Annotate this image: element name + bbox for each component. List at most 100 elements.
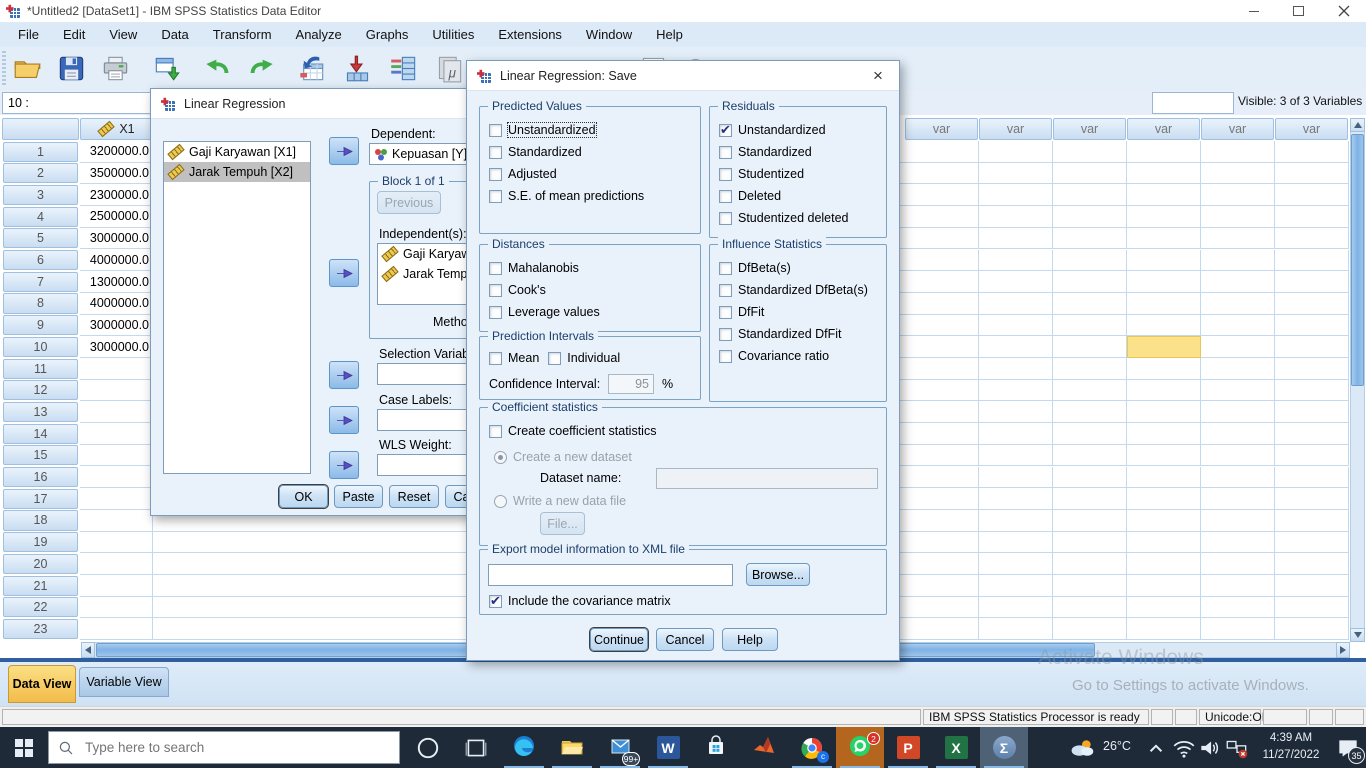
row-number[interactable]: 13 (3, 402, 78, 422)
descriptives-icon[interactable]: μ (430, 50, 468, 87)
grid-cell[interactable] (1275, 532, 1349, 554)
grid-cell[interactable] (1275, 553, 1349, 575)
grid-cell[interactable] (905, 532, 979, 554)
taskbar-app-excel[interactable]: X (932, 727, 980, 768)
grid-cell[interactable] (1053, 315, 1127, 337)
menu-file[interactable]: File (6, 24, 51, 45)
grid-cell[interactable] (1201, 532, 1275, 554)
grid-cell[interactable] (979, 184, 1053, 206)
menu-transform[interactable]: Transform (201, 24, 284, 45)
continue-button[interactable]: Continue (590, 628, 648, 651)
grid-cell[interactable] (1201, 271, 1275, 293)
grid-cell[interactable] (1127, 597, 1201, 619)
close-button[interactable] (1321, 0, 1366, 22)
grid-cell[interactable]: 1300000.0 (80, 271, 153, 293)
grid-cell[interactable] (1127, 250, 1201, 272)
grid-cell[interactable] (1275, 271, 1349, 293)
scroll-right-button[interactable] (1336, 642, 1350, 658)
grid-cell[interactable] (979, 141, 1053, 163)
grid-cell[interactable] (80, 488, 153, 510)
grid-cell[interactable] (979, 315, 1053, 337)
row-number[interactable]: 15 (3, 445, 78, 465)
column-header-var[interactable]: var (1053, 118, 1126, 140)
move-independent-button[interactable] (329, 259, 359, 287)
search-input[interactable] (83, 739, 367, 756)
grid-cell[interactable] (80, 423, 153, 445)
grid-cell[interactable]: 3000000.0 (80, 336, 153, 358)
redo-icon[interactable] (242, 50, 280, 87)
scroll-down-button[interactable] (1350, 628, 1365, 642)
move-case-labels-button[interactable] (329, 406, 359, 434)
grid-cell[interactable] (1127, 510, 1201, 532)
taskbar-app-spss[interactable]: Σ (980, 727, 1028, 768)
row-number[interactable]: 9 (3, 315, 78, 335)
row-number[interactable]: 21 (3, 576, 78, 596)
grid-cell[interactable] (979, 510, 1053, 532)
grid-cell[interactable] (905, 141, 979, 163)
taskbar-app-whatsapp[interactable]: 2 (836, 727, 884, 768)
studentized-deleted-checkbox[interactable]: Studentized deleted (710, 207, 886, 229)
grid-cell[interactable] (1201, 401, 1275, 423)
grid-cell[interactable] (905, 488, 979, 510)
grid-cell[interactable] (1127, 423, 1201, 445)
create-new-dataset-radio[interactable]: Create a new dataset (494, 448, 632, 466)
grid-cell[interactable] (905, 163, 979, 185)
grid-cell[interactable] (979, 445, 1053, 467)
xml-file-path-input[interactable] (488, 564, 733, 586)
grid-cell[interactable] (80, 401, 153, 423)
standardized-checkbox[interactable]: Standardized (480, 141, 700, 163)
grid-cell[interactable] (1127, 206, 1201, 228)
move-wls-button[interactable] (329, 451, 359, 479)
grid-cell[interactable] (1053, 401, 1127, 423)
grid-cell[interactable]: 3200000.0 (80, 141, 153, 163)
grid-cell[interactable] (1201, 315, 1275, 337)
task-view-button[interactable] (452, 727, 500, 768)
grid-cell[interactable] (1127, 618, 1201, 640)
taskbar-clock[interactable]: 4:39 AM11/27/2022 (1252, 730, 1330, 764)
grid-cell[interactable] (1275, 358, 1349, 380)
grid-cell[interactable] (905, 597, 979, 619)
grid-cell[interactable] (1053, 250, 1127, 272)
grid-cell[interactable] (80, 618, 153, 640)
grid-cell[interactable] (1127, 575, 1201, 597)
notification-center-icon[interactable]: 35 (1330, 727, 1366, 768)
move-dependent-button[interactable] (329, 137, 359, 165)
grid-cell[interactable] (905, 250, 979, 272)
grid-cell[interactable] (1127, 141, 1201, 163)
grid-cell[interactable] (1201, 358, 1275, 380)
grid-cell[interactable] (1127, 380, 1201, 402)
recall-dialogs-icon[interactable] (148, 50, 186, 87)
row-number[interactable]: 8 (3, 293, 78, 313)
grid-cell[interactable] (1053, 336, 1127, 358)
grid-cell[interactable] (1201, 575, 1275, 597)
grid-cell[interactable]: 2300000.0 (80, 184, 153, 206)
save-data-icon[interactable] (52, 50, 90, 87)
maximize-button[interactable] (1276, 0, 1321, 22)
dffit-checkbox[interactable]: DfFit (710, 301, 886, 323)
row-number[interactable]: 1 (3, 142, 78, 162)
grid-cell[interactable] (1127, 553, 1201, 575)
cell-value-box[interactable] (1152, 92, 1234, 114)
undo-icon[interactable] (198, 50, 236, 87)
grid-cell[interactable] (979, 271, 1053, 293)
taskbar-app-mail[interactable]: 99+ (596, 727, 644, 768)
grid-cell[interactable] (979, 401, 1053, 423)
grid-cell[interactable] (80, 597, 153, 619)
leverage-values-checkbox[interactable]: Leverage values (480, 301, 700, 323)
menu-data[interactable]: Data (149, 24, 200, 45)
grid-cell[interactable] (1053, 293, 1127, 315)
grid-cell[interactable] (1275, 488, 1349, 510)
grid-cell[interactable] (905, 293, 979, 315)
tray-chevron-icon[interactable] (1142, 727, 1170, 768)
grid-cell[interactable] (905, 445, 979, 467)
menu-utilities[interactable]: Utilities (420, 24, 486, 45)
grid-cell[interactable] (905, 206, 979, 228)
grid-cell[interactable] (1127, 488, 1201, 510)
grid-cell[interactable] (979, 250, 1053, 272)
row-number[interactable]: 7 (3, 272, 78, 292)
mean-checkbox[interactable]: Mean (480, 347, 539, 369)
grid-cell[interactable] (1053, 228, 1127, 250)
grid-cell[interactable] (979, 467, 1053, 489)
variable-item-gaji-karyawan-x1[interactable]: Gaji Karyawan [X1] (164, 142, 310, 162)
row-number[interactable]: 4 (3, 207, 78, 227)
